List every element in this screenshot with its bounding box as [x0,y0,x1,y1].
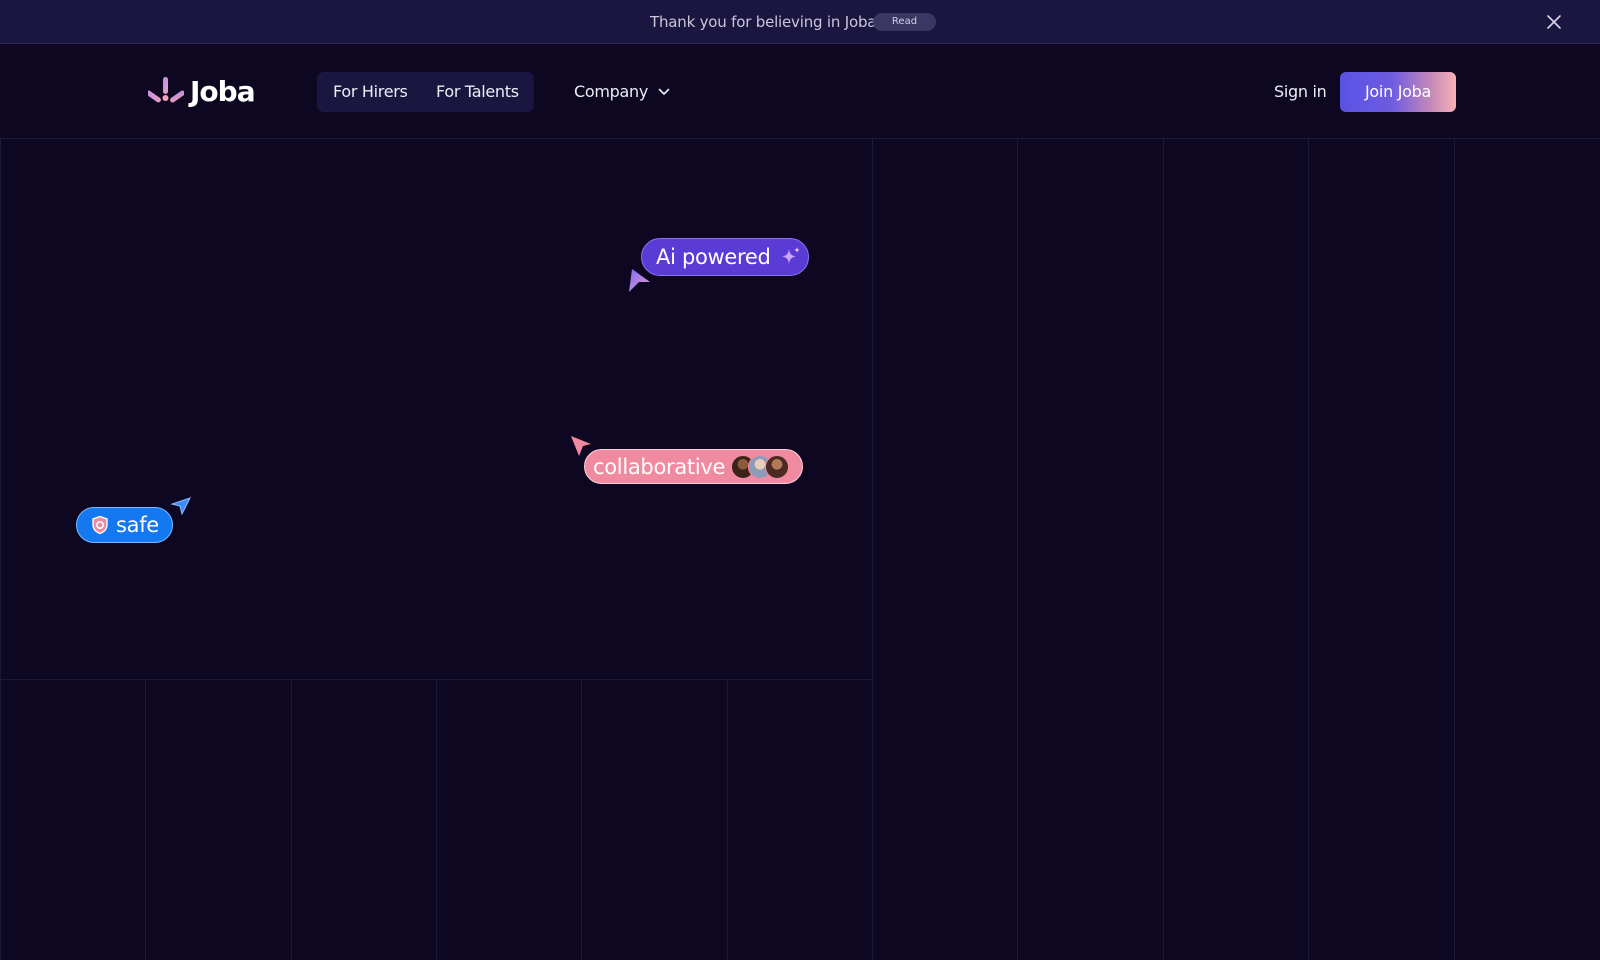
site-header: Joba For Hirers For Talents Company Sign… [0,45,1600,138]
sparkle-icon [781,247,800,264]
safe-label: safe [116,513,159,537]
grid-line [0,138,1,960]
avatar-group [731,454,790,479]
collaborative-badge: collaborative [584,449,803,484]
chevron-down-icon [658,88,670,95]
safe-badge: safe [76,507,173,543]
logo-mark-icon [148,77,184,103]
announcement-bar: Thank you for believing in Joba Read [0,0,1600,44]
announcement-text: Thank you for believing in Joba [650,13,877,31]
logo[interactable]: Joba [148,74,256,108]
grid-line [1454,138,1455,960]
avatar [765,454,790,479]
close-icon[interactable] [1545,13,1563,31]
grid-line [291,679,292,960]
nav-company-label: Company [574,82,649,101]
grid-line [581,679,582,960]
nav-for-talents[interactable]: For Talents [436,72,519,112]
grid-line [727,679,728,960]
shield-icon [92,515,108,535]
ai-powered-badge: Ai powered [641,238,809,276]
grid-line [436,679,437,960]
join-button[interactable]: Join Joba [1340,72,1456,112]
grid-line [872,138,873,960]
nav-company-dropdown[interactable]: Company [574,72,670,112]
grid-line [1017,138,1018,960]
grid-line [1163,138,1164,960]
cursor-arrow-icon [629,269,650,292]
announcement-read-button[interactable]: Read [873,13,936,31]
audience-nav: For Hirers For Talents [317,72,534,112]
ai-powered-label: Ai powered [656,245,771,269]
grid-line [145,679,146,960]
grid-line [1308,138,1309,960]
logo-text: Joba [190,74,256,108]
nav-for-hirers[interactable]: For Hirers [333,72,408,112]
sign-in-link[interactable]: Sign in [1274,72,1327,112]
collaborative-label: collaborative [593,454,726,479]
cursor-arrow-icon [170,497,191,516]
grid-line [0,138,1600,139]
